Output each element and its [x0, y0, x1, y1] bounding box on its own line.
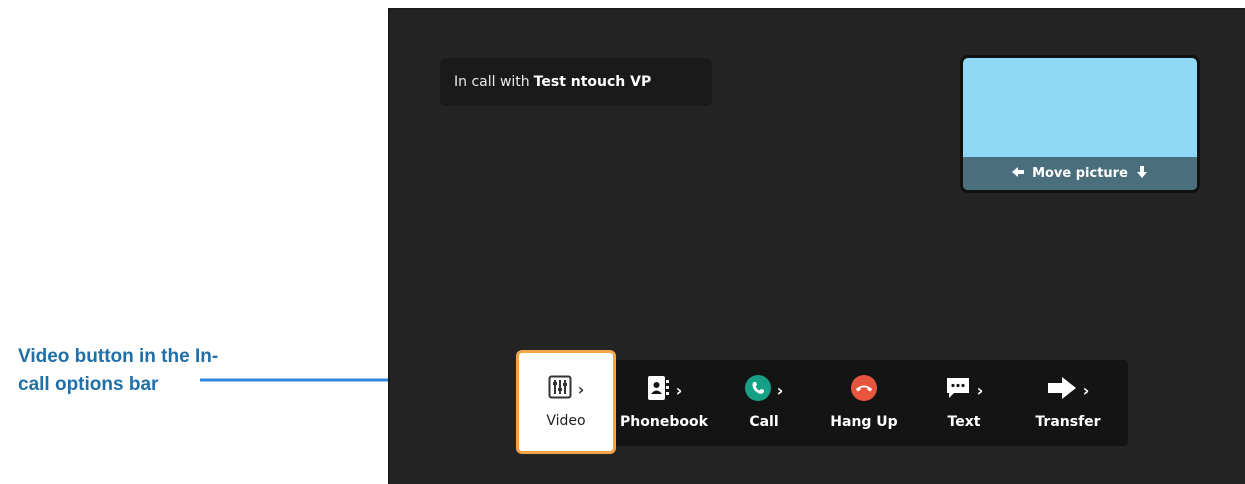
phonebook-button[interactable]: › Phonebook: [618, 360, 710, 446]
annotation-text: Video button in the In- call options bar: [18, 343, 218, 399]
annotation-line-2: call options bar: [18, 374, 159, 395]
call-label: Call: [749, 414, 779, 430]
arrow-left-icon: [1012, 166, 1025, 182]
chevron-right-icon: ›: [1082, 380, 1090, 400]
arrow-down-icon: [1136, 165, 1148, 182]
hang-up-icon: [851, 375, 877, 405]
annotation-line-1: Video button in the In-: [18, 346, 219, 367]
chevron-right-icon: ›: [675, 380, 683, 400]
video-call-screen: In call with Test ntouch VP Move picture: [388, 8, 1245, 484]
hang-up-label: Hang Up: [830, 414, 898, 430]
chevron-right-icon: ›: [776, 380, 784, 400]
video-settings-icon: [548, 375, 572, 403]
text-button[interactable]: › Text: [918, 360, 1010, 446]
transfer-label: Transfer: [1035, 414, 1101, 430]
move-picture-bar[interactable]: Move picture: [963, 157, 1197, 190]
self-view-picture[interactable]: Move picture: [960, 55, 1200, 193]
chevron-right-icon: ›: [976, 380, 984, 400]
text-label: Text: [947, 414, 981, 430]
text-chat-icon: [945, 376, 971, 404]
video-button[interactable]: › Video: [516, 350, 616, 454]
video-label: Video: [546, 413, 586, 429]
hang-up-button[interactable]: Hang Up: [818, 360, 910, 446]
in-call-prefix: In call with: [454, 74, 530, 90]
transfer-arrow-icon: [1047, 376, 1077, 404]
phonebook-icon: [646, 375, 670, 405]
in-call-label: In call with Test ntouch VP: [440, 58, 712, 106]
caller-name: Test ntouch VP: [533, 74, 652, 90]
move-picture-label: Move picture: [1032, 166, 1128, 181]
phonebook-label: Phonebook: [620, 414, 708, 430]
chevron-right-icon: ›: [577, 379, 585, 399]
phone-call-icon: [744, 375, 771, 405]
call-button[interactable]: › Call: [718, 360, 810, 446]
transfer-button[interactable]: › Transfer: [1022, 360, 1114, 446]
in-call-options-bar: › Video › Phonebook › Call Hang Up › Tex…: [516, 350, 1128, 454]
